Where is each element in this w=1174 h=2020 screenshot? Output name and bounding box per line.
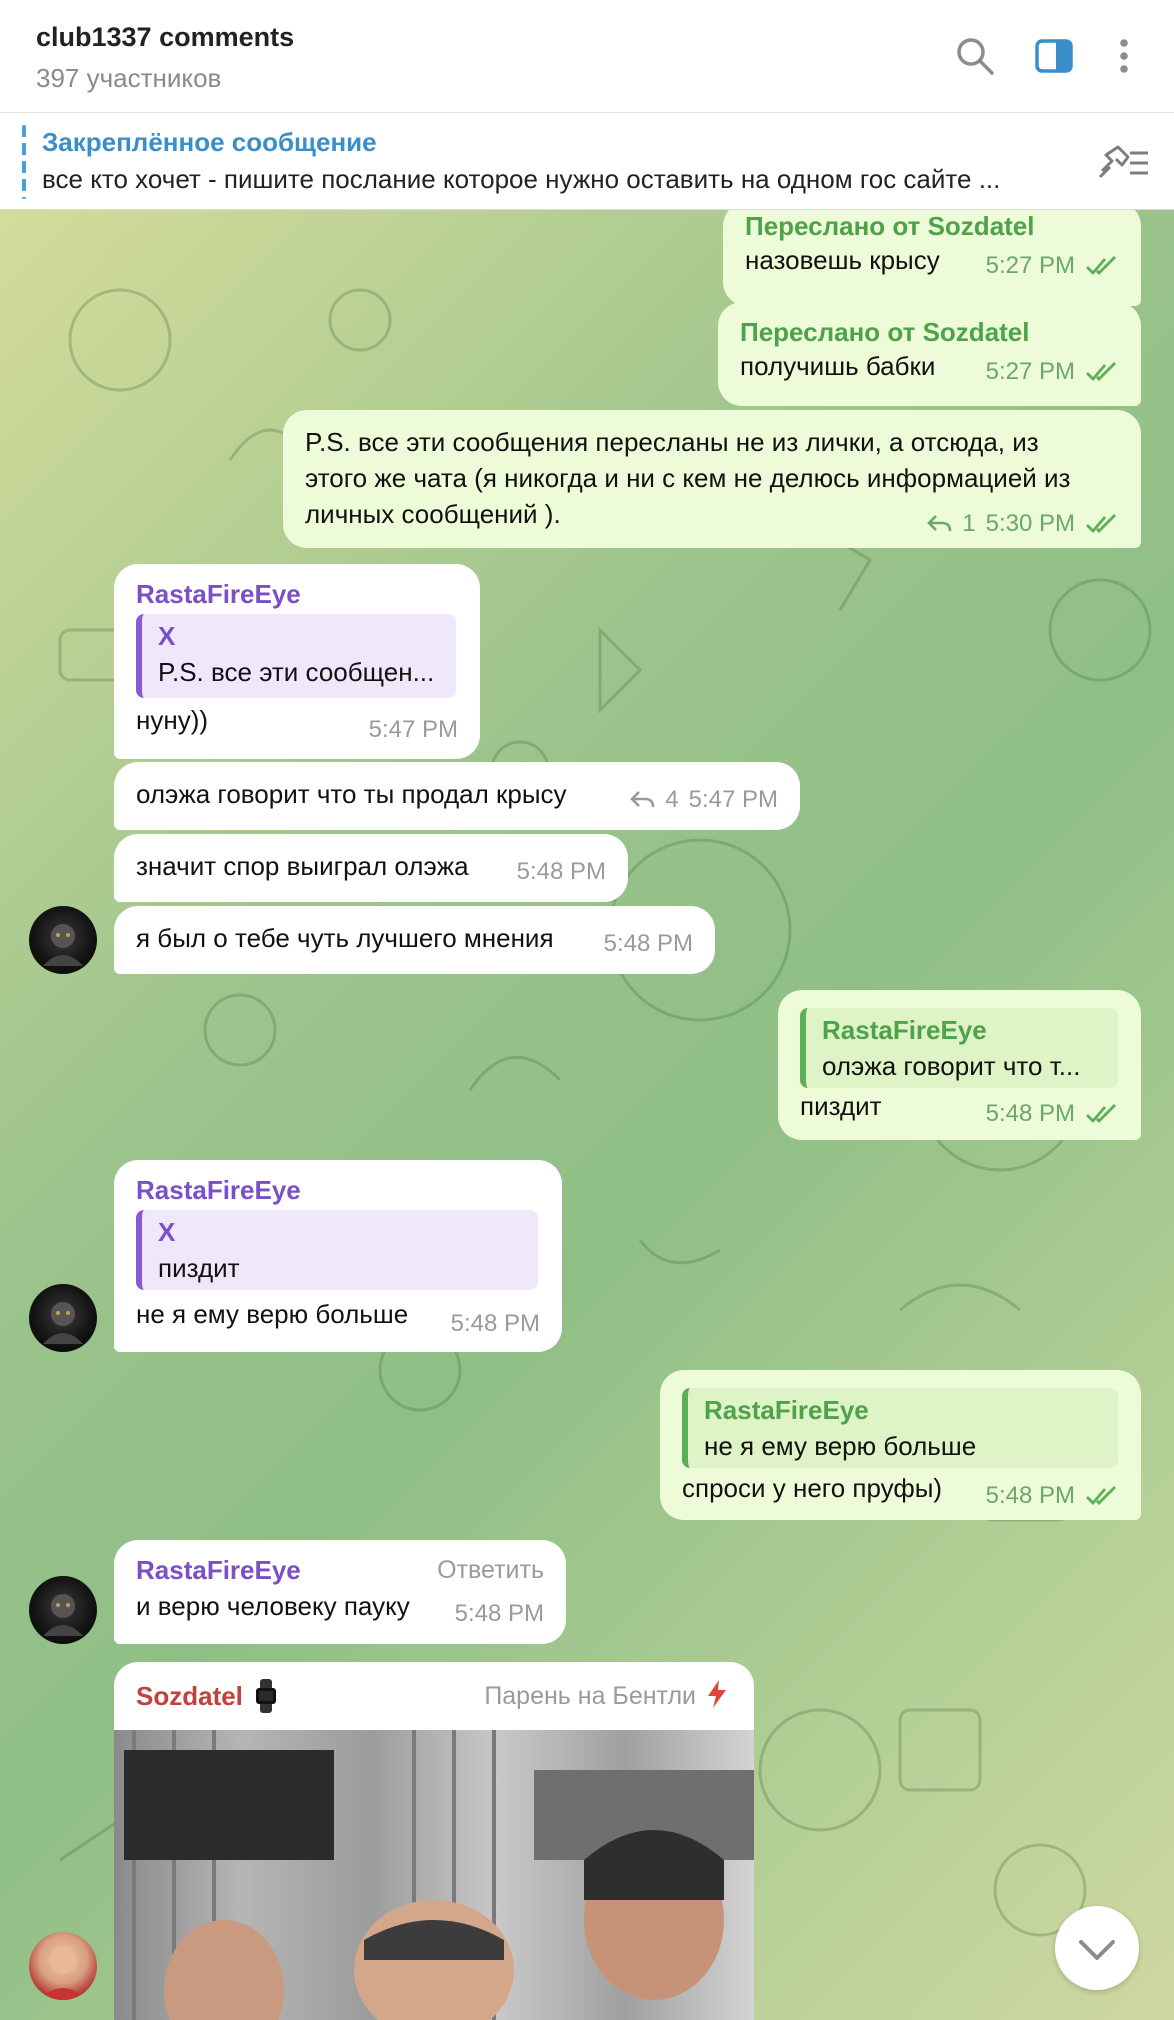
message-in[interactable]: RastaFireEye Ответить и верю человеку па… xyxy=(114,1540,566,1644)
message-text-line: личных сообщений ). xyxy=(305,499,561,529)
message-time: 5:48 PM xyxy=(985,1100,1075,1127)
message-time: 5:47 PM xyxy=(688,786,778,813)
quote-author: X xyxy=(158,621,176,651)
pinned-text: все кто хочет - пишите послание которое … xyxy=(42,164,1001,194)
message-out[interactable]: RastaFireEye олэжа говорит что т... пизд… xyxy=(778,990,1141,1140)
reply-quote[interactable]: RastaFireEye не я ему верю больше xyxy=(682,1388,1118,1468)
media-title: Парень на Бентли xyxy=(484,1682,696,1710)
message-out-forwarded[interactable]: Переслано от Sozdatel назовешь крысу 5:2… xyxy=(723,210,1141,306)
message-time: 5:30 PM xyxy=(985,510,1075,537)
message-meta: 5:48 PM xyxy=(451,1306,540,1342)
message-text-line: P.S. все эти сообщения пересланы не из л… xyxy=(305,427,1039,457)
read-ticks-icon xyxy=(1086,256,1116,276)
message-text: нуну)) xyxy=(136,705,209,735)
media-preview[interactable] xyxy=(114,1730,754,2020)
reply-arrow-icon[interactable] xyxy=(926,513,952,535)
search-icon[interactable] xyxy=(952,33,998,79)
avatar[interactable] xyxy=(29,1932,97,2000)
chat-header: club1337 comments 397 участников xyxy=(0,0,1174,113)
message-meta: 5:48 PM xyxy=(986,1478,1119,1514)
member-count: 397 участников xyxy=(36,63,222,93)
message-text: не я ему верю больше xyxy=(136,1299,409,1329)
message-text: значит спор выиграл олэжа xyxy=(136,851,469,881)
message-meta: 5:48 PM xyxy=(986,1096,1119,1132)
message-meta: 4 5:47 PM xyxy=(629,782,778,818)
message-text: олэжа говорит что ты продал крысу xyxy=(136,779,567,809)
message-time: 5:48 PM xyxy=(450,1310,540,1337)
message-in[interactable]: я был о тебе чуть лучшего мнения 5:48 PM xyxy=(114,906,715,974)
message-text: я был о тебе чуть лучшего мнения xyxy=(136,923,554,953)
message-out[interactable]: P.S. все эти сообщения пересланы не из л… xyxy=(283,410,1141,548)
reply-quote[interactable]: X пиздит xyxy=(136,1210,538,1290)
message-meta: 5:48 PM xyxy=(517,854,606,890)
read-ticks-icon xyxy=(1086,362,1116,382)
message-text: спроси у него пруфы) xyxy=(682,1473,943,1503)
quote-author: RastaFireEye xyxy=(704,1395,869,1425)
reply-action[interactable]: Ответить xyxy=(437,1552,544,1588)
message-meta: 5:47 PM xyxy=(369,712,458,748)
media-header: Sozdatel xyxy=(136,1678,279,1714)
message-meta: 5:27 PM xyxy=(986,248,1119,284)
more-icon[interactable] xyxy=(1104,33,1150,79)
reply-arrow-icon[interactable] xyxy=(629,789,655,811)
read-ticks-icon xyxy=(1086,514,1116,534)
reply-count[interactable]: 1 xyxy=(962,506,975,542)
message-in-media[interactable]: Sozdatel Парень на Бентли xyxy=(114,1662,754,2020)
quote-author: RastaFireEye xyxy=(822,1015,987,1045)
quote-text: не я ему верю больше xyxy=(704,1431,977,1461)
read-ticks-icon xyxy=(1086,1486,1116,1506)
telegram-chat-window: club1337 comments 397 участников Закрепл… xyxy=(0,0,1174,2020)
forwarded-from[interactable]: Переслано от Sozdatel xyxy=(740,314,1030,350)
chevron-down-icon xyxy=(1079,1940,1115,1960)
message-text: пиздит xyxy=(800,1091,882,1121)
message-text-line: этого же чата (я никогда и ни с кем не д… xyxy=(305,463,1071,493)
message-time: 5:27 PM xyxy=(985,252,1075,279)
pin-list-icon[interactable] xyxy=(1094,141,1150,185)
message-in[interactable]: значит спор выиграл олэжа 5:48 PM xyxy=(114,834,628,902)
message-meta: 5:48 PM xyxy=(604,926,693,962)
pinned-message-bar[interactable]: Закреплённое сообщение все кто хочет - п… xyxy=(0,113,1174,210)
quote-author: X xyxy=(158,1217,176,1247)
message-time: 5:48 PM xyxy=(603,930,693,957)
forwarded-from[interactable]: Переслано от Sozdatel xyxy=(745,210,1035,244)
avatar[interactable] xyxy=(29,1284,97,1352)
chat-title[interactable]: club1337 comments xyxy=(36,22,294,53)
pinned-title: Закреплённое сообщение xyxy=(42,127,377,157)
reply-quote[interactable]: RastaFireEye олэжа говорит что т... xyxy=(800,1008,1118,1088)
read-ticks-icon xyxy=(1086,1104,1116,1124)
chat-area[interactable]: Переслано от Sozdatel назовешь крысу 5:2… xyxy=(0,210,1174,2020)
sender-name[interactable]: RastaFireEye xyxy=(136,1552,301,1588)
message-text: получишь бабки xyxy=(740,351,936,381)
message-in[interactable]: олэжа говорит что ты продал крысу 4 5:47… xyxy=(114,762,800,830)
watch-emoji-icon xyxy=(255,1679,276,1713)
scroll-down-button[interactable] xyxy=(1055,1906,1139,1990)
sender-name[interactable]: Sozdatel xyxy=(136,1678,243,1714)
message-time: 5:48 PM xyxy=(516,858,606,885)
quote-text: P.S. все эти сообщен... xyxy=(158,657,435,687)
lightning-icon xyxy=(708,1680,726,1708)
quote-text: пиздит xyxy=(158,1253,240,1283)
avatar[interactable] xyxy=(29,906,97,974)
message-time: 5:27 PM xyxy=(985,358,1075,385)
message-text: назовешь крысу xyxy=(745,245,940,275)
reply-count[interactable]: 4 xyxy=(665,782,678,818)
quote-text: олэжа говорит что т... xyxy=(822,1051,1081,1081)
message-out-forwarded[interactable]: Переслано от Sozdatel получишь бабки 5:2… xyxy=(718,302,1141,406)
message-meta: 1 5:30 PM xyxy=(926,506,1119,542)
avatar[interactable] xyxy=(29,1576,97,1644)
sidebar-toggle-icon[interactable] xyxy=(1032,33,1078,79)
message-meta: 5:27 PM xyxy=(986,354,1119,390)
message-out[interactable]: RastaFireEye не я ему верю больше спроси… xyxy=(660,1370,1141,1520)
message-meta: 5:48 PM xyxy=(455,1596,544,1632)
message-time: 5:48 PM xyxy=(985,1482,1075,1509)
pinned-indicator xyxy=(22,125,26,199)
sender-name[interactable]: RastaFireEye xyxy=(136,576,301,612)
message-time: 5:48 PM xyxy=(454,1600,544,1627)
message-text: и верю человеку пауку xyxy=(136,1591,410,1621)
message-time: 5:47 PM xyxy=(368,716,458,743)
message-in[interactable]: RastaFireEye X P.S. все эти сообщен... н… xyxy=(114,564,480,759)
reply-quote[interactable]: X P.S. все эти сообщен... xyxy=(136,614,456,698)
message-in[interactable]: RastaFireEye X пиздит не я ему верю боль… xyxy=(114,1160,562,1352)
sender-name[interactable]: RastaFireEye xyxy=(136,1172,301,1208)
